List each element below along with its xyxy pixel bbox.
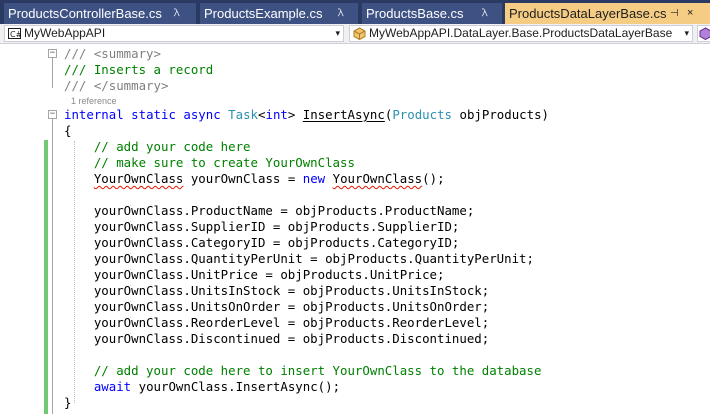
comment: // make sure to create YourOwnClass <box>93 155 355 170</box>
navigation-bar: C# MyWebAppAPI ▾ MyWebAppAPI.DataLayer.B… <box>0 24 710 44</box>
chevron-down-icon[interactable]: ▾ <box>684 26 689 41</box>
collapse-icon[interactable]: − <box>48 49 57 58</box>
pin-icon[interactable]: ꟛ <box>174 3 179 24</box>
csharp-project-icon: C# <box>8 28 21 39</box>
code-line: yourOwnClass.ProductName = objProducts.P… <box>64 203 474 219</box>
assignment: yourOwnClass.Discontinued = objProducts.… <box>93 331 490 346</box>
tab-label: ProductsBase.cs <box>366 6 464 21</box>
assignment: yourOwnClass.UnitsInStock = objProducts.… <box>93 283 490 298</box>
pin-icon[interactable]: ꟛ <box>482 3 487 24</box>
method-signature: internal static async Task<int> InsertAs… <box>64 107 550 122</box>
xml-doc-comment: /// Inserts a record <box>64 62 214 77</box>
tab-products-data-layer-base[interactable]: ProductsDataLayerBase.cs ⊣ × <box>505 3 710 24</box>
brace: { <box>64 123 72 138</box>
project-dropdown[interactable]: C# MyWebAppAPI ▾ <box>4 25 344 42</box>
code-line: /// Inserts a record <box>64 62 213 78</box>
unresolved-type: YourOwnClass <box>93 171 184 186</box>
code-line: // add your code here <box>64 139 251 155</box>
assignment: yourOwnClass.UnitPrice = objProducts.Uni… <box>93 267 445 282</box>
code-line: // add your code here to insert YourOwnC… <box>64 363 542 379</box>
code-line: /// </summary> <box>64 78 168 94</box>
code-line: yourOwnClass.SupplierID = objProducts.Su… <box>64 219 460 235</box>
assignment: yourOwnClass.UnitsOnOrder = objProducts.… <box>93 299 490 314</box>
method-name: InsertAsync <box>302 107 385 122</box>
class-icon <box>353 27 366 40</box>
tab-products-base[interactable]: ProductsBase.cs ꟛ <box>362 3 502 24</box>
keyword: async <box>183 107 221 122</box>
pin-icon[interactable]: ꟛ <box>338 3 343 24</box>
code-line: } <box>64 395 71 411</box>
project-name: MyWebAppAPI <box>24 26 106 40</box>
parameter-name: objProducts <box>459 107 542 122</box>
keyword: internal <box>64 107 124 122</box>
outline-line <box>52 58 53 88</box>
xml-doc-comment: /// </summary> <box>64 78 169 93</box>
outline-line <box>52 119 53 414</box>
member-dropdown[interactable] <box>697 25 710 42</box>
type-dropdown[interactable]: MyWebAppAPI.DataLayer.Base.ProductsDataL… <box>349 25 693 42</box>
keyword: await <box>93 379 132 394</box>
assignment: yourOwnClass.CategoryID = objProducts.Ca… <box>93 235 460 250</box>
variable-name: yourOwnClass <box>190 171 281 186</box>
code-line: // make sure to create YourOwnClass <box>64 155 355 171</box>
keyword: static <box>131 107 176 122</box>
code-line: yourOwnClass.CategoryID = objProducts.Ca… <box>64 235 460 251</box>
type-name: Products <box>392 107 453 122</box>
code-line: yourOwnClass.UnitsOnOrder = objProducts.… <box>64 299 489 315</box>
chevron-down-icon[interactable]: ▾ <box>335 26 340 41</box>
tab-label: ProductsDataLayerBase.cs <box>509 6 667 21</box>
keyword: new <box>302 171 326 186</box>
assignment: yourOwnClass.QuantityPerUnit = objProduc… <box>93 251 534 266</box>
code-editor[interactable]: − − /// <summary> /// Inserts a record /… <box>0 45 710 414</box>
tab-label: ProductsExample.cs <box>204 6 323 21</box>
code-line: yourOwnClass.UnitPrice = objProducts.Uni… <box>64 267 445 283</box>
keyword: int <box>265 107 288 122</box>
code-line: yourOwnClass.ReorderLevel = objProducts.… <box>64 315 489 331</box>
comment: // add your code here to insert YourOwnC… <box>93 363 542 378</box>
code-line: yourOwnClass.UnitsInStock = objProducts.… <box>64 283 489 299</box>
code-line: { <box>64 123 71 139</box>
svg-text:C#: C# <box>10 30 21 39</box>
method-call: yourOwnClass.InsertAsync(); <box>138 379 341 394</box>
close-icon[interactable]: × <box>687 3 693 24</box>
brace: } <box>64 395 72 410</box>
type-name: Task <box>228 107 259 122</box>
change-tracking-bar <box>44 140 48 414</box>
line-number-gutter <box>0 45 41 414</box>
tab-label: ProductsControllerBase.cs <box>8 6 162 21</box>
code-line: await yourOwnClass.InsertAsync(); <box>64 379 340 395</box>
code-line: YourOwnClass yourOwnClass = new YourOwnC… <box>93 171 445 186</box>
assignment: yourOwnClass.ProductName = objProducts.P… <box>93 203 475 218</box>
assignment: yourOwnClass.SupplierID = objProducts.Su… <box>93 219 460 234</box>
collapse-icon[interactable]: − <box>48 110 57 119</box>
codelens-references[interactable]: 1 reference <box>71 95 117 107</box>
type-name: MyWebAppAPI.DataLayer.Base.ProductsDataL… <box>369 26 673 40</box>
assignment: yourOwnClass.ReorderLevel = objProducts.… <box>93 315 490 330</box>
xml-doc-comment: /// <summary> <box>64 46 161 61</box>
unresolved-type: YourOwnClass <box>332 171 423 186</box>
tab-products-example[interactable]: ProductsExample.cs ꟛ <box>200 3 358 24</box>
document-tab-strip: ProductsControllerBase.cs ꟛ ProductsExam… <box>0 0 710 24</box>
method-icon <box>699 27 710 40</box>
tab-products-controller-base[interactable]: ProductsControllerBase.cs ꟛ <box>4 3 196 24</box>
code-line: /// <summary> <box>64 46 161 62</box>
code-line: yourOwnClass.QuantityPerUnit = objProduc… <box>64 251 534 267</box>
pin-icon[interactable]: ⊣ <box>670 3 679 24</box>
code-line: yourOwnClass.Discontinued = objProducts.… <box>64 331 489 347</box>
comment: // add your code here <box>93 139 251 154</box>
